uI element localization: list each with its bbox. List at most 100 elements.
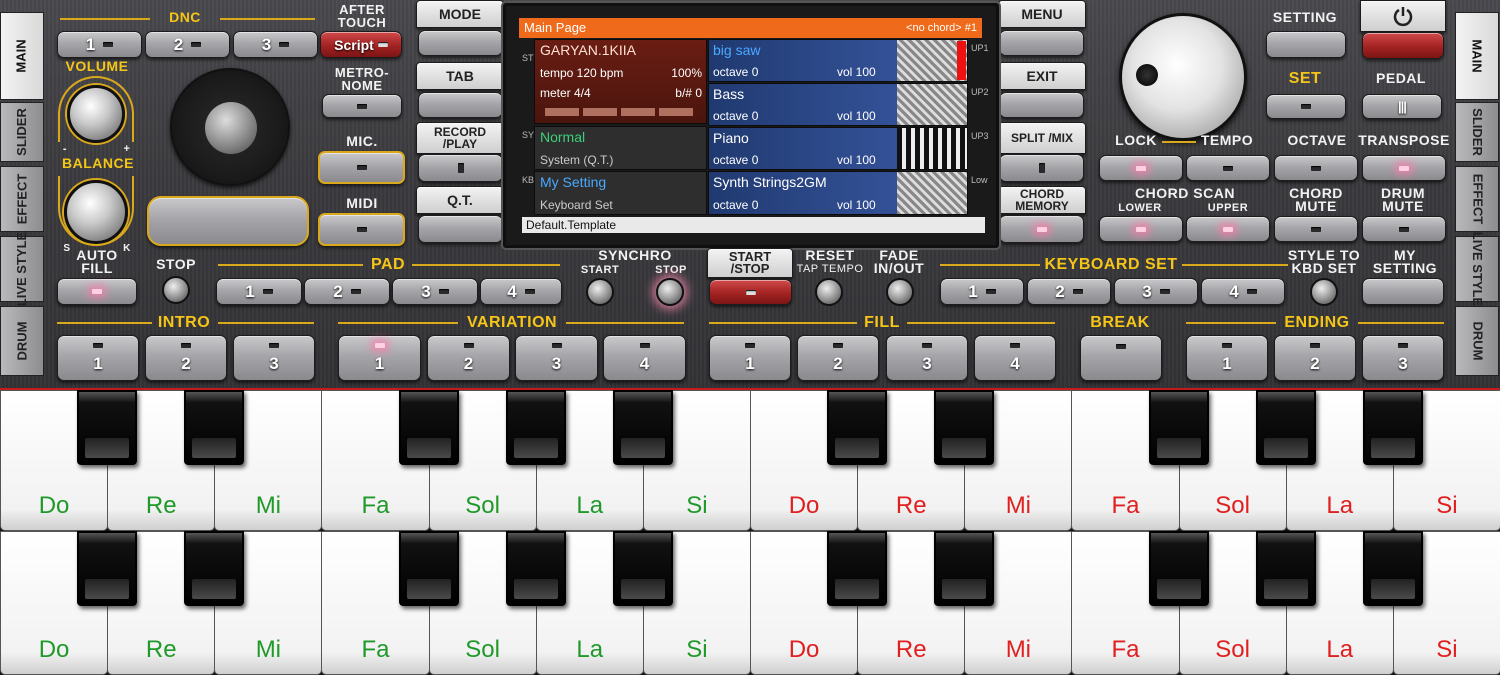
tempo-button[interactable]: [1186, 155, 1270, 181]
variation-button-3[interactable]: 3: [515, 335, 598, 381]
transpose-button[interactable]: [1362, 155, 1446, 181]
volume-knob[interactable]: [67, 85, 125, 143]
dnc-button-3[interactable]: 3: [233, 31, 318, 58]
tab-drum-right[interactable]: DRUM: [1455, 306, 1499, 376]
split-mix-tab[interactable]: SPLIT /MIX: [998, 122, 1086, 154]
tab-button[interactable]: [418, 92, 503, 118]
black-key[interactable]: [184, 390, 245, 465]
chord-scan-lower-button[interactable]: [1099, 216, 1183, 242]
pedal-button[interactable]: |||: [1362, 94, 1442, 119]
data-dial[interactable]: [1119, 13, 1247, 141]
pad-button-4[interactable]: 4: [480, 278, 562, 305]
qt-button[interactable]: [418, 215, 503, 243]
tab-effect-left[interactable]: EFFECT: [0, 166, 44, 232]
instrument-up2[interactable]: Bass octave 0 vol 100: [708, 83, 968, 126]
black-key[interactable]: [1362, 390, 1423, 465]
chord-scan-upper-button[interactable]: [1186, 216, 1270, 242]
pad-button-3[interactable]: 3: [392, 278, 478, 305]
record-play-tab[interactable]: RECORD /PLAY: [416, 122, 504, 154]
black-key[interactable]: [934, 390, 995, 465]
keyboard-set-cell[interactable]: My Setting Keyboard Set: [534, 171, 707, 215]
joystick-ball[interactable]: [205, 102, 257, 154]
qt-tab[interactable]: Q.T.: [416, 186, 504, 214]
auto-fill-button[interactable]: [57, 278, 137, 305]
tab-live-style-right[interactable]: LIVE STYLE: [1455, 232, 1499, 306]
joystick-pad[interactable]: [170, 68, 290, 186]
ending-button-1[interactable]: 1: [1186, 335, 1268, 381]
power-button[interactable]: [1362, 32, 1444, 59]
script-button[interactable]: Script: [320, 31, 402, 58]
synchro-start-button[interactable]: [586, 278, 614, 306]
chord-mute-button[interactable]: [1274, 216, 1358, 242]
black-key[interactable]: [612, 390, 673, 465]
variation-button-1[interactable]: 1: [338, 335, 421, 381]
mode-tab[interactable]: MODE: [416, 0, 504, 28]
keyboard-set-button-4[interactable]: 4: [1201, 278, 1285, 305]
power-tab[interactable]: [1360, 0, 1446, 32]
black-key[interactable]: [184, 531, 245, 606]
split-mix-button[interactable]: [999, 154, 1084, 182]
tab-main-left[interactable]: MAIN: [0, 12, 44, 100]
pad-button-2[interactable]: 2: [304, 278, 390, 305]
black-key[interactable]: [612, 531, 673, 606]
intro-button-2[interactable]: 2: [145, 335, 227, 381]
dnc-button-1[interactable]: 1: [57, 31, 142, 58]
system-cell[interactable]: Normal System (Q.T.): [534, 126, 707, 170]
intro-button-3[interactable]: 3: [233, 335, 315, 381]
start-stop-button[interactable]: [709, 279, 792, 305]
black-key[interactable]: [1148, 390, 1209, 465]
black-key[interactable]: [77, 531, 138, 606]
break-button[interactable]: [1080, 335, 1162, 381]
black-key[interactable]: [1255, 390, 1316, 465]
reset-button[interactable]: [815, 278, 843, 306]
mic-button[interactable]: [318, 151, 405, 184]
variation-button-4[interactable]: 4: [603, 335, 686, 381]
intro-button-1[interactable]: 1: [57, 335, 139, 381]
fill-button-1[interactable]: 1: [709, 335, 791, 381]
lock-button[interactable]: [1099, 155, 1183, 181]
joystick-touch-pad[interactable]: [147, 196, 309, 246]
my-setting-button[interactable]: [1362, 278, 1444, 305]
chord-memory-button[interactable]: [999, 215, 1084, 243]
synchro-stop-button[interactable]: [656, 278, 684, 306]
keyboard-set-button-1[interactable]: 1: [940, 278, 1024, 305]
fill-button-2[interactable]: 2: [797, 335, 879, 381]
stop-button[interactable]: [162, 276, 190, 304]
midi-button[interactable]: [318, 213, 405, 246]
instrument-up1[interactable]: big saw octave 0 vol 100: [708, 39, 968, 82]
pad-button-1[interactable]: 1: [216, 278, 302, 305]
instrument-up3[interactable]: Piano octave 0 vol 100: [708, 127, 968, 170]
instrument-low[interactable]: Synth Strings2GM octave 0 vol 100: [708, 171, 968, 215]
keyboard-set-button-2[interactable]: 2: [1027, 278, 1111, 305]
black-key[interactable]: [934, 531, 995, 606]
fill-button-3[interactable]: 3: [886, 335, 968, 381]
menu-tab[interactable]: MENU: [998, 0, 1086, 28]
ending-button-3[interactable]: 3: [1362, 335, 1444, 381]
tab-tab[interactable]: TAB: [416, 62, 504, 90]
fill-button-4[interactable]: 4: [974, 335, 1056, 381]
setting-button[interactable]: [1266, 31, 1346, 58]
black-key[interactable]: [505, 531, 566, 606]
exit-tab[interactable]: EXIT: [998, 62, 1086, 90]
exit-button[interactable]: [999, 92, 1084, 118]
black-key[interactable]: [398, 531, 459, 606]
black-key[interactable]: [1148, 531, 1209, 606]
dnc-button-2[interactable]: 2: [145, 31, 230, 58]
start-stop-tab[interactable]: START /STOP: [707, 248, 793, 278]
tab-live-style-left[interactable]: LIVE STYLE: [0, 232, 44, 306]
tab-effect-right[interactable]: EFFECT: [1455, 166, 1499, 232]
black-key[interactable]: [1255, 531, 1316, 606]
black-key[interactable]: [398, 390, 459, 465]
mode-button[interactable]: [418, 30, 503, 56]
black-key[interactable]: [827, 390, 888, 465]
black-key[interactable]: [505, 390, 566, 465]
fade-button[interactable]: [886, 278, 914, 306]
octave-button[interactable]: [1274, 155, 1358, 181]
chord-memory-tab[interactable]: CHORD MEMORY: [998, 186, 1086, 214]
keyboard-set-button-3[interactable]: 3: [1114, 278, 1198, 305]
style-cell[interactable]: GARYAN.1KIIA tempo 120 bpm 100% meter 4/…: [534, 39, 707, 124]
tab-drum-left[interactable]: DRUM: [0, 306, 44, 376]
tab-main-right[interactable]: MAIN: [1455, 12, 1499, 100]
record-play-button[interactable]: [418, 154, 503, 182]
black-key[interactable]: [1362, 531, 1423, 606]
